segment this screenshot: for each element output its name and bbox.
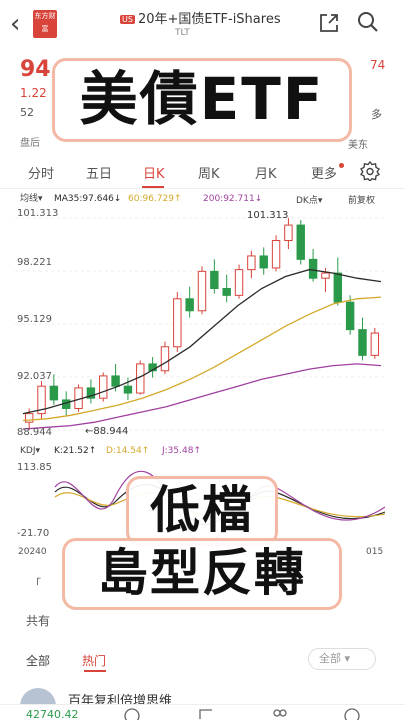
grid-icon[interactable] [272, 708, 288, 720]
price-change: 1.22 [20, 86, 47, 100]
ma35-value: MA35:97.646↓ [54, 194, 122, 204]
market-timezone: 美东 [348, 140, 368, 151]
candle-body [99, 375, 108, 399]
tab-more[interactable]: 更多 [311, 163, 337, 182]
fund-name: 20年+国债ETF-iShares [137, 12, 281, 27]
filter-value: 全部 [319, 652, 341, 665]
dk-point-selector[interactable]: DK点▾ [296, 193, 322, 206]
overlay-caption: 島型反轉 [62, 538, 342, 610]
candle-body [308, 258, 318, 279]
kdj-axis-bottom: -21.70 [17, 528, 50, 539]
trend-icon[interactable] [124, 708, 140, 720]
price-right-value: 74 [370, 58, 386, 72]
share-icon[interactable] [318, 12, 340, 34]
candle-body [234, 269, 244, 296]
stat-right-label: 多 [371, 108, 382, 121]
ma-indicator-row: 均线▾ MA35:97.646↓ 60:96.729↑ 200:92.711↓ [0, 190, 405, 208]
candle-body [222, 287, 231, 296]
candle-body [284, 224, 293, 242]
overlay-title: 美債ETF [52, 58, 352, 142]
segment-all[interactable]: 全部 [26, 652, 50, 669]
ma60-value: 60:96.729↑ [128, 194, 182, 204]
tab-monthly-k[interactable]: 月K [255, 163, 277, 182]
y-axis-label: 98.221 [17, 257, 52, 268]
kdj-d-value: D:14.54↑ [106, 446, 150, 456]
low-price-value: 88.944 [93, 426, 129, 437]
ticker-symbol: TLT [175, 28, 190, 38]
index-value[interactable]: 42740.42 [26, 708, 79, 720]
period-tabs: 分时 五日 日K 周K 月K 更多 [0, 155, 405, 189]
candle-body [333, 272, 342, 303]
price-chart[interactable]: 101.313 98.221 95.129 92.037 88.944 101.… [15, 208, 385, 440]
candle-body [321, 272, 330, 279]
candle-body [259, 255, 268, 269]
candle-body [296, 224, 305, 260]
candle-body [345, 301, 355, 331]
candle-body [247, 255, 256, 271]
candle-body [123, 385, 133, 394]
y-axis-label: 101.313 [17, 208, 59, 219]
y-axis-label: 92.037 [17, 371, 52, 382]
high-price-marker: 101.313 [247, 210, 289, 221]
search-icon[interactable] [356, 10, 380, 34]
ma200-value: 200:92.711↓ [203, 194, 263, 204]
tab-five-day[interactable]: 五日 [86, 163, 112, 182]
edit-icon[interactable] [198, 708, 214, 720]
market-tag: US [120, 15, 135, 24]
active-tab-indicator [142, 186, 164, 188]
notification-dot [339, 163, 344, 168]
page-title: US 20年+国债ETF-iShares [120, 8, 310, 27]
candlestick-chart[interactable] [15, 208, 385, 440]
candle-body [24, 413, 34, 423]
y-axis-label: 88.944 [17, 427, 52, 438]
tab-weekly-k[interactable]: 周K [198, 163, 220, 182]
y-axis-label: 95.129 [17, 314, 52, 325]
low-price-marker: ←88.944 [85, 426, 129, 437]
segment-hot[interactable]: 热门 [82, 652, 106, 669]
kdj-axis-top: 113.85 [17, 462, 52, 473]
kdj-k-value: K:21.52↑ [54, 446, 97, 456]
tab-intraday[interactable]: 分时 [28, 163, 54, 182]
end-date-label: 015 [366, 547, 384, 557]
candle-body [49, 385, 59, 401]
candle-body [111, 375, 120, 387]
kdj-indicator-row: KDJ▾ K:21.52↑ D:14.54↑ J:35.48↑ [0, 440, 405, 462]
candle-body [271, 240, 281, 269]
gear-icon[interactable] [360, 161, 380, 181]
community-bracket: 「 [30, 577, 41, 590]
tab-daily-k[interactable]: 日K [143, 163, 165, 182]
week52-label: 52 [20, 106, 34, 119]
more-icon[interactable] [344, 708, 360, 720]
post-total-label: 共有 [26, 614, 51, 628]
candle-body [173, 298, 182, 348]
post-filter-select[interactable]: 全部 ▾ [308, 648, 376, 670]
active-segment-indicator [84, 670, 106, 672]
ma-type-selector[interactable]: 均线▾ [20, 190, 43, 208]
candle-body [358, 329, 367, 356]
candle-body [197, 270, 207, 312]
brand-label: 东方财富 [34, 12, 56, 33]
candle-body [185, 298, 194, 312]
kdj-j-value: J:35.48↑ [162, 446, 201, 456]
overlay-subtitle: 低檔 [126, 476, 278, 546]
last-price: 94 [20, 57, 51, 82]
brand-logo: 东方财富 [33, 10, 57, 38]
start-date-label: 20240 [18, 547, 47, 557]
candle-body [160, 346, 170, 372]
after-hours-label: 盘后 [20, 138, 40, 149]
candle-body [370, 332, 380, 356]
price-adjust-selector[interactable]: 前复权 [348, 193, 375, 206]
top-bar: ‹ 东方财富 US 20年+国债ETF-iShares TLT [0, 0, 405, 50]
candle-body [210, 270, 219, 289]
kdj-selector[interactable]: KDJ▾ [20, 440, 40, 462]
